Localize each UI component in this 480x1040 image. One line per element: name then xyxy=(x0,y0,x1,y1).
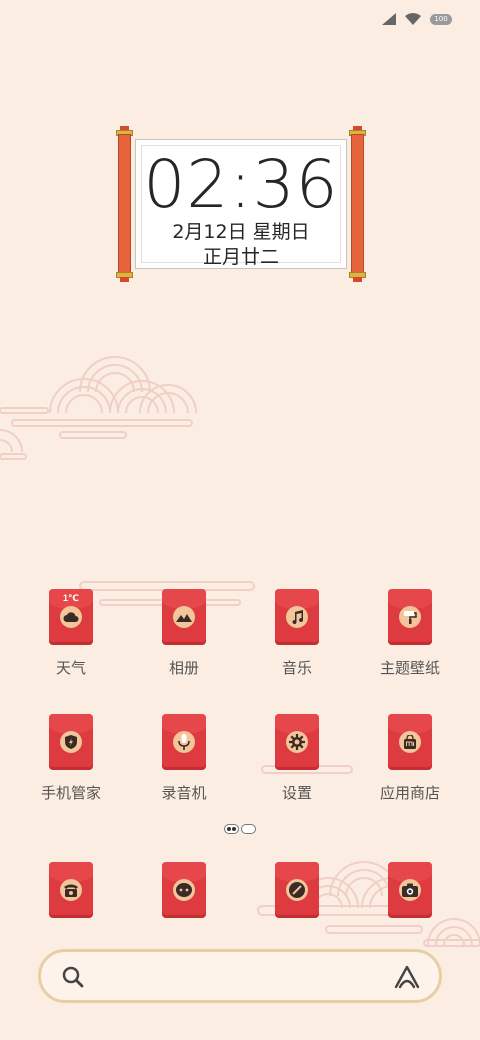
weather-cloud-icon xyxy=(60,606,82,628)
app-icon-frame xyxy=(49,714,93,770)
app-icon-frame xyxy=(388,862,432,918)
app-label: 应用商店 xyxy=(379,784,440,802)
theme-brush-icon xyxy=(399,606,421,628)
app-store[interactable]: 应用商店 xyxy=(350,714,470,804)
app-icon-frame xyxy=(49,862,93,918)
app-security[interactable]: 手机管家 xyxy=(11,714,131,804)
app-icon-frame: 1℃ xyxy=(49,589,93,645)
app-label: 录音机 xyxy=(161,784,207,802)
battery-indicator: 100 xyxy=(430,13,452,25)
app-weather[interactable]: 1℃ 天气 xyxy=(11,589,131,679)
page-indicator[interactable] xyxy=(224,824,256,834)
app-label: 音乐 xyxy=(281,659,312,677)
gear-icon xyxy=(286,731,308,753)
clock-date: 2月12日 星期日 xyxy=(172,221,310,243)
app-label: 主题壁纸 xyxy=(379,659,440,677)
wifi-icon xyxy=(405,13,421,25)
app-icon-frame xyxy=(162,589,206,645)
clock-time: 02:36 xyxy=(143,146,339,223)
scroll-rod-left xyxy=(116,126,133,282)
music-note-icon xyxy=(286,606,308,628)
phone-icon xyxy=(60,879,82,901)
search-bar[interactable] xyxy=(38,949,442,1003)
security-shield-icon xyxy=(60,731,82,753)
browser-compass-icon xyxy=(286,879,308,901)
dock-browser[interactable] xyxy=(237,862,357,952)
microphone-icon xyxy=(173,731,195,753)
scroll-rod-right xyxy=(349,126,366,282)
app-label: 手机管家 xyxy=(40,784,101,802)
clock-widget[interactable]: 02:36 2月12日 星期日 正月廿二 xyxy=(116,126,366,282)
status-icons: 100 xyxy=(382,13,452,25)
gallery-mountain-icon xyxy=(173,606,195,628)
page-dot-active[interactable] xyxy=(224,824,239,834)
mi-store-bag-icon xyxy=(399,731,421,753)
camera-icon xyxy=(399,879,421,901)
app-themes[interactable]: 主题壁纸 xyxy=(350,589,470,679)
assistant-icon[interactable] xyxy=(393,964,421,990)
app-gallery[interactable]: 相册 xyxy=(124,589,244,679)
dock-camera[interactable] xyxy=(350,862,470,952)
app-music[interactable]: 音乐 xyxy=(237,589,357,679)
weather-temp-badge: 1℃ xyxy=(63,593,79,603)
app-icon-frame xyxy=(275,589,319,645)
app-settings[interactable]: 设置 xyxy=(237,714,357,804)
app-icon-frame xyxy=(388,589,432,645)
app-label: 相册 xyxy=(168,659,199,677)
app-label: 天气 xyxy=(55,659,86,677)
dock-messages[interactable] xyxy=(124,862,244,952)
app-icon-frame xyxy=(275,862,319,918)
search-icon[interactable] xyxy=(61,965,85,989)
messages-icon xyxy=(173,879,195,901)
app-icon-frame xyxy=(162,862,206,918)
page-dot[interactable] xyxy=(241,824,256,834)
app-icon-frame xyxy=(162,714,206,770)
app-label: 设置 xyxy=(281,784,312,802)
app-recorder[interactable]: 录音机 xyxy=(124,714,244,804)
clock-lunar-date: 正月廿二 xyxy=(202,246,279,268)
app-icon-frame xyxy=(275,714,319,770)
app-icon-frame xyxy=(388,714,432,770)
dock-phone[interactable] xyxy=(11,862,131,952)
cellular-signal-icon xyxy=(382,13,396,25)
scroll-paper: 02:36 2月12日 星期日 正月廿二 xyxy=(135,139,347,269)
status-bar: 100 xyxy=(0,0,480,40)
